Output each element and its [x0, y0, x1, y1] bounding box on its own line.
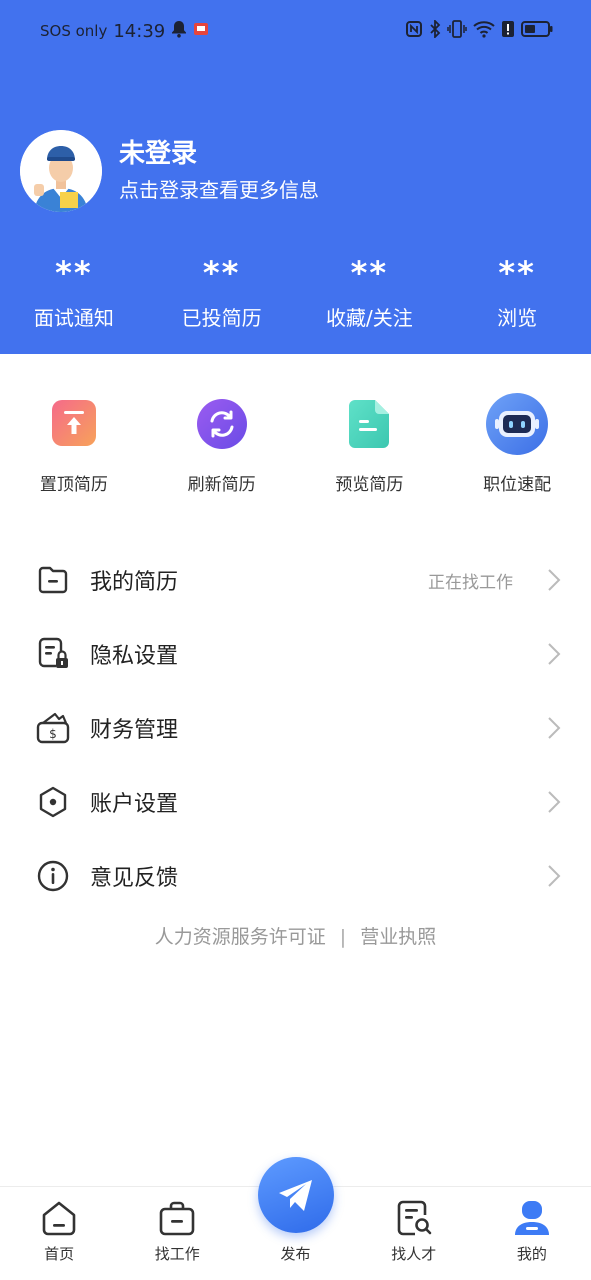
quick-action-label: 刷新简历	[187, 475, 256, 495]
business-license-link[interactable]: 营业执照	[360, 922, 436, 949]
alert-icon	[501, 20, 515, 38]
menu-item-account-settings[interactable]: 账户设置	[0, 765, 591, 839]
nav-label: 找工作	[154, 1245, 200, 1263]
stat-label: 收藏/关注	[326, 306, 413, 330]
menu-label: 账户设置	[90, 792, 179, 817]
nav-label: 找人才	[391, 1245, 437, 1263]
avatar[interactable]	[20, 130, 102, 212]
privacy-lock-icon	[36, 637, 70, 671]
menu-item-my-resume[interactable]: 我的简历 正在找工作	[0, 543, 591, 617]
quick-action-label: 置顶简历	[39, 475, 108, 495]
login-hint: 点击登录查看更多信息	[119, 178, 319, 202]
my-page-screen: SOS only 14:39 未登录 点击登录查看更多信息 ** 面试通知 **…	[0, 0, 591, 1280]
stat-value: **	[202, 254, 241, 292]
stat-value: **	[55, 254, 93, 292]
home-icon	[40, 1199, 78, 1237]
quick-action-job-match[interactable]: 职位速配	[443, 392, 591, 495]
menu-item-feedback[interactable]: 意见反馈	[0, 839, 591, 913]
stat-label: 面试通知	[33, 306, 114, 330]
publish-button[interactable]	[258, 1157, 334, 1233]
stat-value: **	[498, 254, 536, 292]
app-notification-icon	[193, 21, 209, 41]
stat-interview-notices[interactable]: ** 面试通知	[0, 250, 148, 331]
refresh-icon	[190, 392, 254, 456]
menu-label: 隐私设置	[90, 644, 179, 669]
stat-label: 已投简历	[181, 306, 262, 330]
chevron-right-icon	[548, 569, 561, 591]
quick-action-refresh-resume[interactable]: 刷新简历	[148, 392, 296, 495]
nfc-icon	[405, 20, 423, 38]
carrier-text: SOS only	[40, 22, 108, 40]
quick-actions: 置顶简历 刷新简历 预览简历 职位速配	[0, 392, 591, 495]
login-prompt[interactable]: 未登录 点击登录查看更多信息	[20, 130, 319, 212]
stat-views[interactable]: ** 浏览	[443, 250, 591, 331]
chevron-right-icon	[548, 791, 561, 813]
wallet-icon: $	[36, 711, 70, 745]
stat-label: 浏览	[497, 306, 538, 330]
status-bar: SOS only 14:39	[0, 0, 591, 66]
folder-icon	[36, 563, 70, 597]
quick-action-pin-resume[interactable]: 置顶简历	[0, 392, 148, 495]
nav-label: 发布	[280, 1245, 311, 1263]
nav-find-job[interactable]: 找工作	[118, 1187, 236, 1280]
hexagon-settings-icon	[36, 785, 70, 819]
menu-label: 意见反馈	[90, 866, 179, 891]
profile-header: SOS only 14:39 未登录 点击登录查看更多信息 ** 面试通知 **…	[0, 0, 591, 354]
vibrate-icon	[447, 20, 467, 38]
paper-plane-icon	[279, 1180, 312, 1211]
stat-favorites-follows[interactable]: ** 收藏/关注	[296, 250, 444, 331]
chevron-right-icon	[548, 643, 561, 665]
briefcase-icon	[158, 1199, 196, 1237]
nav-home[interactable]: 首页	[0, 1187, 118, 1280]
pin-top-icon	[42, 392, 106, 456]
nav-label: 首页	[44, 1245, 75, 1263]
nav-mine[interactable]: 我的	[473, 1187, 591, 1280]
nav-find-talent[interactable]: 找人才	[355, 1187, 473, 1280]
bluetooth-icon	[429, 20, 441, 38]
job-status-value: 正在找工作	[428, 572, 513, 593]
document-preview-icon	[337, 392, 401, 456]
search-document-icon	[395, 1199, 433, 1237]
chevron-right-icon	[548, 717, 561, 739]
stat-value: **	[350, 254, 389, 292]
quick-action-preview-resume[interactable]: 预览简历	[296, 392, 444, 495]
info-icon	[36, 859, 70, 893]
nav-label: 我的	[516, 1245, 547, 1263]
clock: 14:39	[113, 20, 166, 42]
robot-match-icon	[485, 392, 549, 456]
user-name: 未登录	[119, 139, 198, 169]
footer-links: 人力资源服务许可证 | 营业执照	[0, 922, 591, 949]
menu-label: 财务管理	[90, 718, 179, 743]
menu-item-finance[interactable]: $ 财务管理	[0, 691, 591, 765]
wifi-icon	[473, 20, 495, 38]
quick-action-label: 预览简历	[335, 475, 404, 495]
link-separator: |	[339, 926, 347, 948]
svg-text:$: $	[49, 727, 57, 741]
stat-applied-resumes[interactable]: ** 已投简历	[148, 250, 296, 331]
quick-action-label: 职位速配	[483, 475, 552, 495]
stats-row: ** 面试通知 ** 已投简历 ** 收藏/关注 ** 浏览	[0, 250, 591, 331]
chevron-right-icon	[548, 865, 561, 887]
hr-license-link[interactable]: 人力资源服务许可证	[155, 922, 326, 949]
menu-label: 我的简历	[90, 570, 179, 595]
settings-menu: 我的简历 正在找工作 隐私设置 $ 财务管理 账户设置 意见反馈	[0, 543, 591, 913]
menu-item-privacy-settings[interactable]: 隐私设置	[0, 617, 591, 691]
user-profile-icon	[513, 1199, 551, 1237]
battery-icon	[521, 20, 553, 38]
bell-icon	[171, 20, 187, 42]
